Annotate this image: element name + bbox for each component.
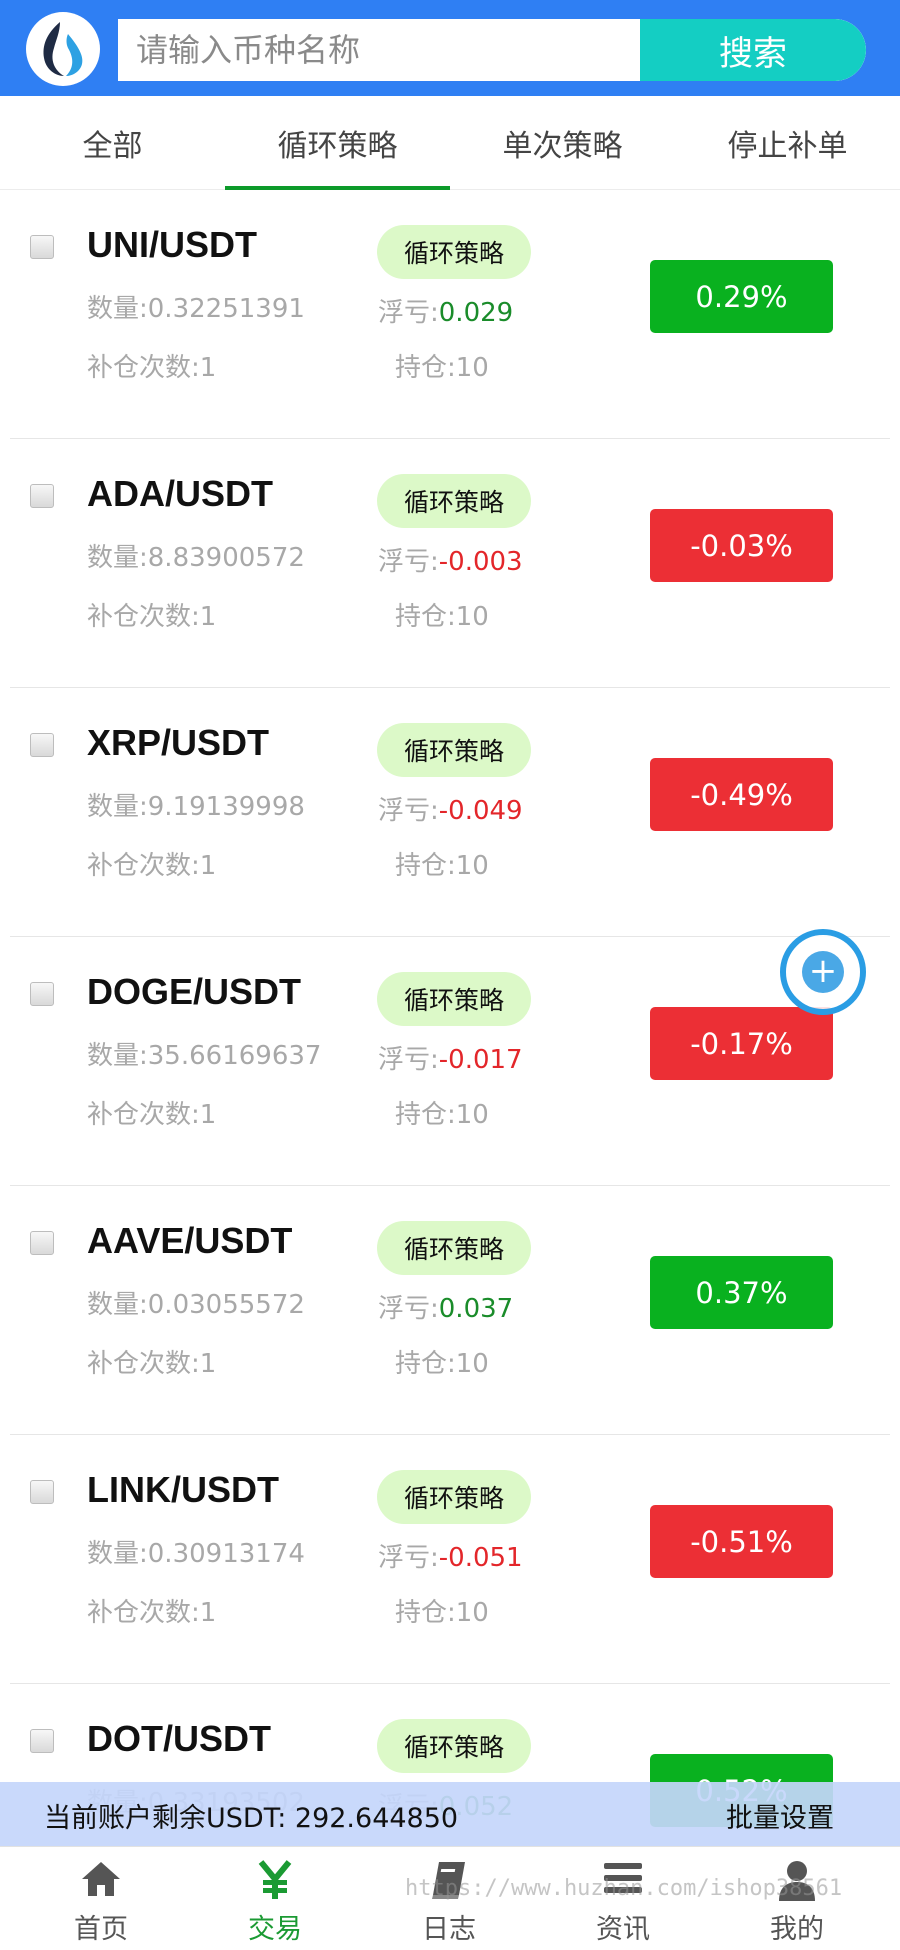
- coin-pair: DOT/USDT: [87, 1718, 271, 1759]
- coin-pair: AAVE/USDT: [87, 1220, 293, 1261]
- refill-count: 补仓次数:1: [87, 851, 217, 881]
- refill-count: 补仓次数:1: [87, 602, 217, 632]
- tab-stop-refill[interactable]: 停止补单: [675, 96, 900, 190]
- change-percent-button[interactable]: -0.51%: [650, 1505, 833, 1578]
- coin-quantity: 数量:0.03055572: [87, 1290, 305, 1320]
- coin-row: AAVE/USDT 数量:0.03055572 补仓次数:1 循环策略 浮亏:0…: [0, 1186, 900, 1435]
- nav-log[interactable]: 日志: [362, 1847, 536, 1950]
- plus-icon: +: [802, 951, 844, 993]
- change-percent-button[interactable]: -0.03%: [650, 509, 833, 582]
- floating-pnl: 浮亏:-0.049: [378, 796, 523, 826]
- balance-text: 当前账户剩余USDT: 292.644850: [44, 1803, 459, 1834]
- app-header: 搜索: [0, 0, 900, 96]
- nav-trade[interactable]: 交易: [188, 1847, 362, 1950]
- row-checkbox[interactable]: [30, 1480, 54, 1504]
- app-logo: [26, 12, 100, 86]
- refill-count: 补仓次数:1: [87, 353, 217, 383]
- balance-bar: 当前账户剩余USDT: 292.644850 批量设置: [0, 1782, 900, 1846]
- change-percent-button[interactable]: 0.37%: [650, 1256, 833, 1329]
- coin-quantity: 数量:0.30913174: [87, 1539, 305, 1569]
- change-percent-button[interactable]: -0.49%: [650, 758, 833, 831]
- position-size: 持仓:10: [395, 602, 489, 632]
- floating-pnl: 浮亏:0.029: [378, 298, 514, 328]
- tab-cycle-strategy[interactable]: 循环策略: [225, 96, 450, 190]
- row-checkbox[interactable]: [30, 1729, 54, 1753]
- floating-pnl: 浮亏:-0.017: [378, 1045, 523, 1075]
- row-checkbox[interactable]: [30, 484, 54, 508]
- strategy-badge: 循环策略: [377, 723, 531, 777]
- strategy-badge: 循环策略: [377, 225, 531, 279]
- search-input[interactable]: [118, 19, 640, 81]
- book-icon: [432, 1862, 465, 1899]
- coin-row: UNI/USDT 数量:0.32251391 补仓次数:1 循环策略 浮亏:0.…: [0, 190, 900, 439]
- tab-all[interactable]: 全部: [0, 96, 225, 190]
- floating-add-button[interactable]: +: [780, 929, 866, 1015]
- floating-pnl: 浮亏:-0.003: [378, 547, 523, 577]
- coin-quantity: 数量:0.32251391: [87, 294, 305, 324]
- coin-pair: DOGE/USDT: [87, 971, 302, 1012]
- strategy-badge: 循环策略: [377, 1719, 531, 1773]
- change-percent-button[interactable]: -0.17%: [650, 1007, 833, 1080]
- coin-row: DOGE/USDT 数量:35.66169637 补仓次数:1 循环策略 浮亏:…: [0, 937, 900, 1186]
- floating-pnl: 浮亏:0.037: [378, 1294, 514, 1324]
- strategy-tabs: 全部 循环策略 单次策略 停止补单: [0, 96, 900, 190]
- coin-list: UNI/USDT 数量:0.32251391 补仓次数:1 循环策略 浮亏:0.…: [0, 190, 900, 1933]
- home-icon: [82, 1862, 120, 1896]
- position-size: 持仓:10: [395, 353, 489, 383]
- nav-label: 我的: [770, 1914, 824, 1945]
- row-checkbox[interactable]: [30, 982, 54, 1006]
- row-checkbox[interactable]: [30, 235, 54, 259]
- yen-icon: [258, 1860, 292, 1899]
- coin-row: ADA/USDT 数量:8.83900572 补仓次数:1 循环策略 浮亏:-0…: [0, 439, 900, 688]
- refill-count: 补仓次数:1: [87, 1100, 217, 1130]
- coin-row: LINK/USDT 数量:0.30913174 补仓次数:1 循环策略 浮亏:-…: [0, 1435, 900, 1684]
- coin-pair: UNI/USDT: [87, 224, 257, 265]
- nav-mine[interactable]: 我的: [710, 1847, 884, 1950]
- menu-icon: [604, 1863, 642, 1893]
- coin-pair: ADA/USDT: [87, 473, 273, 514]
- tab-single-strategy[interactable]: 单次策略: [450, 96, 675, 190]
- coin-pair: XRP/USDT: [87, 722, 270, 763]
- nav-label: 首页: [74, 1914, 128, 1945]
- position-size: 持仓:10: [395, 1598, 489, 1628]
- search-button[interactable]: 搜索: [640, 19, 866, 81]
- strategy-badge: 循环策略: [377, 972, 531, 1026]
- coin-quantity: 数量:9.19139998: [87, 792, 305, 822]
- nav-label: 交易: [248, 1914, 302, 1945]
- position-size: 持仓:10: [395, 1100, 489, 1130]
- refill-count: 补仓次数:1: [87, 1598, 217, 1628]
- coin-row: XRP/USDT 数量:9.19139998 补仓次数:1 循环策略 浮亏:-0…: [0, 688, 900, 937]
- coin-pair: LINK/USDT: [87, 1469, 279, 1510]
- position-size: 持仓:10: [395, 851, 489, 881]
- change-percent-button[interactable]: 0.29%: [650, 260, 833, 333]
- nav-label: 资讯: [596, 1914, 650, 1945]
- coin-quantity: 数量:35.66169637: [87, 1041, 322, 1071]
- strategy-badge: 循环策略: [377, 1470, 531, 1524]
- coin-quantity: 数量:8.83900572: [87, 543, 305, 573]
- row-checkbox[interactable]: [30, 733, 54, 757]
- strategy-badge: 循环策略: [377, 1221, 531, 1275]
- user-icon: [779, 1861, 815, 1901]
- position-size: 持仓:10: [395, 1349, 489, 1379]
- row-checkbox[interactable]: [30, 1231, 54, 1255]
- batch-settings-button[interactable]: 批量设置: [726, 1796, 834, 1835]
- search-bar: 搜索: [118, 19, 866, 81]
- flame-logo-icon: [43, 22, 83, 76]
- nav-news[interactable]: 资讯: [536, 1847, 710, 1950]
- bottom-nav: 首页 交易 日志 资讯 我的: [0, 1846, 900, 1950]
- nav-label: 日志: [422, 1914, 476, 1945]
- nav-home[interactable]: 首页: [14, 1847, 188, 1950]
- refill-count: 补仓次数:1: [87, 1349, 217, 1379]
- strategy-badge: 循环策略: [377, 474, 531, 528]
- floating-pnl: 浮亏:-0.051: [378, 1543, 523, 1573]
